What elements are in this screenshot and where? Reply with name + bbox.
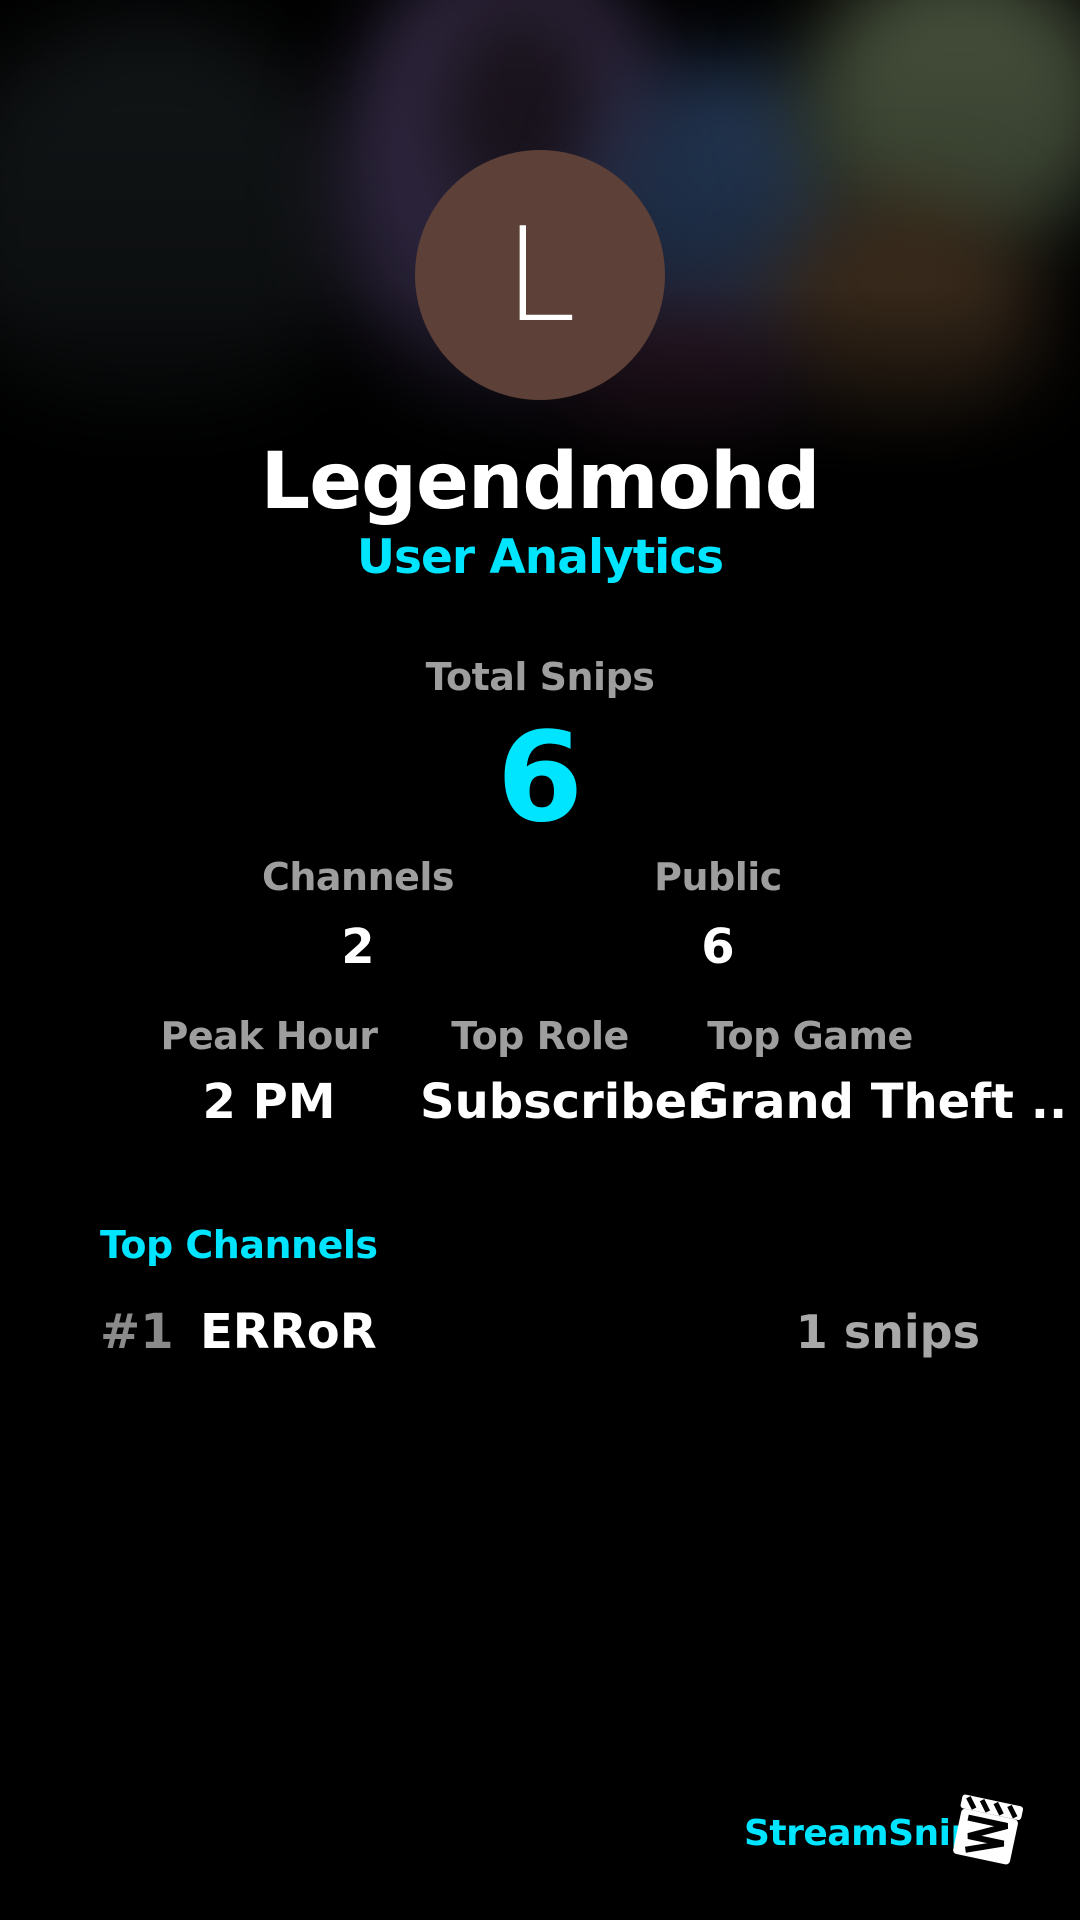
top-game-value: Grand Theft .. (690, 1074, 1068, 1130)
public-label: Public (654, 855, 782, 899)
channels-label: Channels (261, 855, 455, 899)
peak-hour-value: 2 PM (202, 1074, 336, 1130)
public-value: 6 (701, 919, 735, 975)
peak-hour-stat: Peak Hour 2 PM (149, 1014, 389, 1130)
top-channels-heading: Top Channels (100, 1223, 378, 1267)
top-role-label: Top Role (451, 1014, 629, 1058)
brand-name: StreamSnip (744, 1813, 976, 1854)
channels-stat: Channels 2 (238, 855, 478, 975)
channel-rank: #1 (100, 1304, 174, 1360)
channel-snip-count: 1 snips (795, 1305, 980, 1359)
clapperboard-icon (953, 1794, 1024, 1865)
channels-value: 2 (341, 919, 375, 975)
username-heading: Legendmohd (260, 437, 821, 527)
user-avatar: L (415, 150, 665, 400)
total-snips-value: 6 (496, 706, 584, 850)
page-subtitle: User Analytics (356, 530, 724, 585)
top-role-value: Subscriber (420, 1074, 711, 1130)
channel-name: ERRoR (200, 1304, 377, 1360)
channel-list-item[interactable]: #1 ERRoR 1 snips (100, 1302, 980, 1362)
avatar-initial: L (503, 199, 577, 351)
top-game-label: Top Game (707, 1014, 913, 1058)
peak-hour-label: Peak Hour (160, 1014, 378, 1058)
public-stat: Public 6 (598, 855, 838, 975)
total-snips-label: Total Snips (425, 655, 655, 699)
top-game-stat: Top Game Grand Theft .. (690, 1014, 1068, 1130)
top-role-stat: Top Role Subscriber (420, 1014, 711, 1130)
total-snips-stat: Total Snips 6 (340, 655, 740, 843)
